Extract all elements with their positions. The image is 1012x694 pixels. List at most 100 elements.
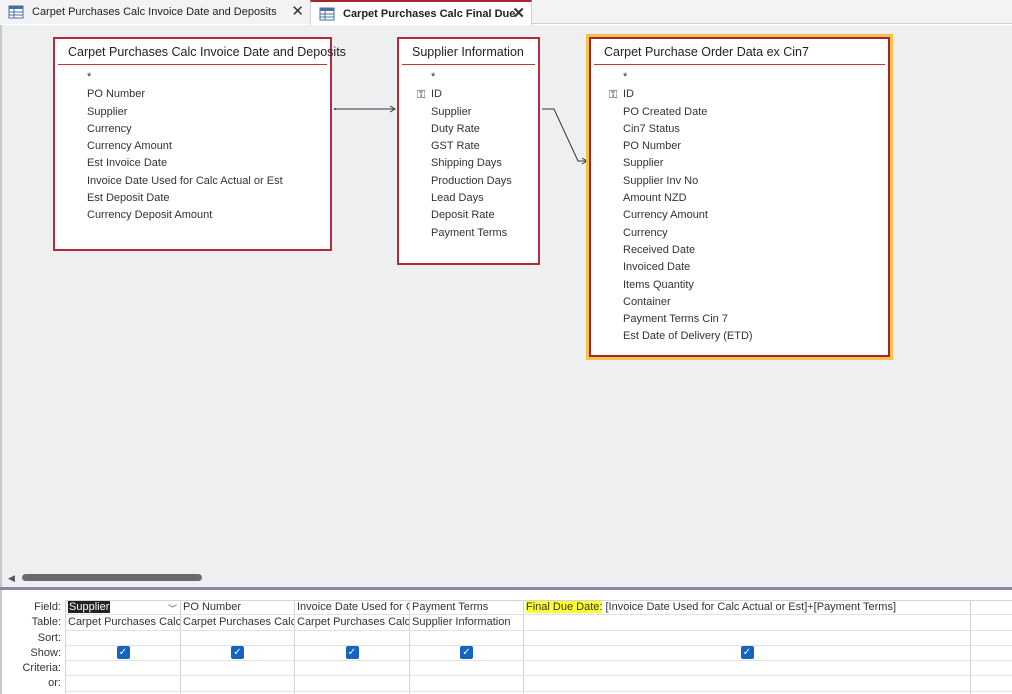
table-title[interactable]: Carpet Purchase Order Data ex Cin7 (594, 39, 885, 65)
show-checkbox[interactable]: ✓ (345, 646, 359, 660)
field-item[interactable]: Amount NZD (591, 190, 888, 207)
field-item[interactable]: Currency Amount (55, 138, 330, 155)
tab-label: Carpet Purchases Calc Invoice Date and D… (32, 6, 277, 18)
or-cell[interactable] (410, 676, 523, 692)
field-item-key[interactable]: ⚿ ID (591, 86, 888, 103)
field-list: * ⚿ ID PO Created Date Cin7 Status PO Num… (591, 65, 888, 346)
tab-invoice-date-and-deposits[interactable]: Carpet Purchases Calc Invoice Date and D… (0, 0, 310, 24)
criteria-cell[interactable] (66, 661, 180, 677)
show-checkbox[interactable]: ✓ (740, 646, 754, 660)
show-cell[interactable]: ✓ (295, 646, 409, 662)
field-item[interactable]: Est Deposit Date (55, 190, 330, 207)
field-item[interactable]: Items Quantity (591, 277, 888, 294)
field-item[interactable]: GST Rate (399, 138, 538, 155)
or-cell[interactable] (66, 676, 180, 692)
field-item[interactable]: Shipping Days (399, 155, 538, 172)
show-cell[interactable]: ✓ (66, 646, 180, 662)
field-cell[interactable] (971, 600, 1012, 616)
show-cell[interactable]: ✓ (181, 646, 294, 662)
scroll-left-icon[interactable]: ◀ (8, 573, 15, 584)
field-item[interactable]: Currency Deposit Amount (55, 207, 330, 224)
chevron-down-icon[interactable]: ﹀ (168, 602, 177, 614)
field-cell[interactable]: Invoice Date Used for Calc Actual or Est (295, 600, 409, 616)
field-item-key[interactable]: ⚿ ID (399, 86, 538, 103)
criteria-cell[interactable] (971, 661, 1012, 677)
grid-column-po-number: PO Number Carpet Purchases Calc Invoice … (180, 600, 294, 694)
horizontal-scrollbar[interactable]: ◀ (0, 570, 1012, 586)
table-cell[interactable] (524, 615, 970, 631)
field-item[interactable]: Lead Days (399, 190, 538, 207)
table-cell[interactable]: Carpet Purchases Calc Invoice Date and D… (295, 615, 409, 631)
field-item[interactable]: Invoice Date Used for Calc Actual or Est (55, 173, 330, 190)
field-item[interactable]: Supplier (591, 155, 888, 172)
table-box-purchase-order-data[interactable]: Carpet Purchase Order Data ex Cin7 * ⚿ ID… (589, 37, 890, 357)
field-item[interactable]: Production Days (399, 173, 538, 190)
table-box-supplier-information[interactable]: Supplier Information * ⚿ ID Supplier Duty… (397, 37, 540, 265)
field-item[interactable]: * (399, 69, 538, 86)
show-cell[interactable]: ✓ (410, 646, 523, 662)
sort-cell[interactable] (66, 631, 180, 646)
table-cell[interactable]: Carpet Purchases Calc Invoice Date and D… (66, 615, 180, 631)
table-title[interactable]: Supplier Information (402, 39, 535, 65)
field-item[interactable]: Payment Terms (399, 225, 538, 242)
table-cell[interactable]: Supplier Information (410, 615, 523, 631)
sort-cell[interactable] (295, 631, 409, 646)
tab-final-due[interactable]: Carpet Purchases Calc Final Due ✕ (310, 0, 532, 25)
field-item[interactable]: Currency Amount (591, 207, 888, 224)
criteria-cell[interactable] (524, 661, 970, 677)
field-item[interactable]: Est Invoice Date (55, 155, 330, 172)
table-title[interactable]: Carpet Purchases Calc Invoice Date and D… (58, 39, 346, 65)
table-cell[interactable]: Carpet Purchases Calc Invoice Date and D… (181, 615, 294, 631)
field-item[interactable]: Received Date (591, 242, 888, 259)
criteria-cell[interactable] (181, 661, 294, 677)
field-item[interactable]: Currency (55, 121, 330, 138)
grid-column-final-due-date: Final Due Date: [Invoice Date Used for C… (523, 600, 970, 694)
field-alias-highlight: Final Due Date: (526, 601, 603, 613)
show-checkbox[interactable]: ✓ (116, 646, 130, 660)
or-cell[interactable] (181, 676, 294, 692)
close-icon[interactable]: ✕ (291, 4, 304, 19)
field-item[interactable]: Duty Rate (399, 121, 538, 138)
query-design-grid: Field: Table: Sort: Show: Criteria: or: … (0, 590, 1012, 694)
field-item[interactable]: Supplier (55, 104, 330, 121)
field-item[interactable]: Container (591, 294, 888, 311)
scrollbar-thumb[interactable] (22, 574, 202, 581)
field-cell[interactable]: Final Due Date: [Invoice Date Used for C… (524, 600, 970, 616)
or-cell[interactable] (524, 676, 970, 692)
close-icon[interactable]: ✕ (512, 6, 525, 21)
field-item[interactable]: Payment Terms Cin 7 (591, 311, 888, 328)
field-label: ID (623, 88, 634, 101)
show-checkbox[interactable]: ✓ (231, 646, 244, 660)
field-item[interactable]: PO Number (591, 138, 888, 155)
field-item[interactable]: Deposit Rate (399, 207, 538, 224)
table-box-invoice-date-deposits[interactable]: Carpet Purchases Calc Invoice Date and D… (53, 37, 346, 251)
or-cell[interactable] (295, 676, 409, 692)
sort-cell[interactable] (971, 631, 1012, 646)
field-item[interactable]: Supplier Inv No (591, 173, 888, 190)
field-item[interactable]: * (55, 69, 330, 86)
field-cell[interactable]: PO Number (181, 600, 294, 616)
field-item[interactable]: PO Created Date (591, 104, 888, 121)
table-cell[interactable] (971, 615, 1012, 631)
sort-cell[interactable] (524, 631, 970, 646)
show-cell[interactable] (971, 646, 1012, 662)
tab-label: Carpet Purchases Calc Final Due (343, 7, 516, 20)
criteria-cell[interactable] (410, 661, 523, 677)
or-cell[interactable] (971, 676, 1012, 692)
field-expression: [Invoice Date Used for Calc Actual or Es… (602, 601, 896, 613)
sort-cell[interactable] (181, 631, 294, 646)
field-item[interactable]: Invoiced Date (591, 259, 888, 276)
document-tab-bar: Carpet Purchases Calc Invoice Date and D… (0, 0, 1012, 25)
field-item[interactable]: Cin7 Status (591, 121, 888, 138)
show-cell[interactable]: ✓ (524, 646, 970, 662)
field-cell[interactable]: Payment Terms (410, 600, 523, 616)
field-item[interactable]: Supplier (399, 104, 538, 121)
field-cell[interactable]: Supplier ﹀ (66, 600, 180, 616)
field-item[interactable]: Est Date of Delivery (ETD) (591, 328, 888, 345)
field-item[interactable]: PO Number (55, 86, 330, 103)
field-item[interactable]: Currency (591, 225, 888, 242)
sort-cell[interactable] (410, 631, 523, 646)
criteria-cell[interactable] (295, 661, 409, 677)
show-checkbox[interactable]: ✓ (460, 646, 473, 660)
field-item[interactable]: * (591, 69, 888, 86)
